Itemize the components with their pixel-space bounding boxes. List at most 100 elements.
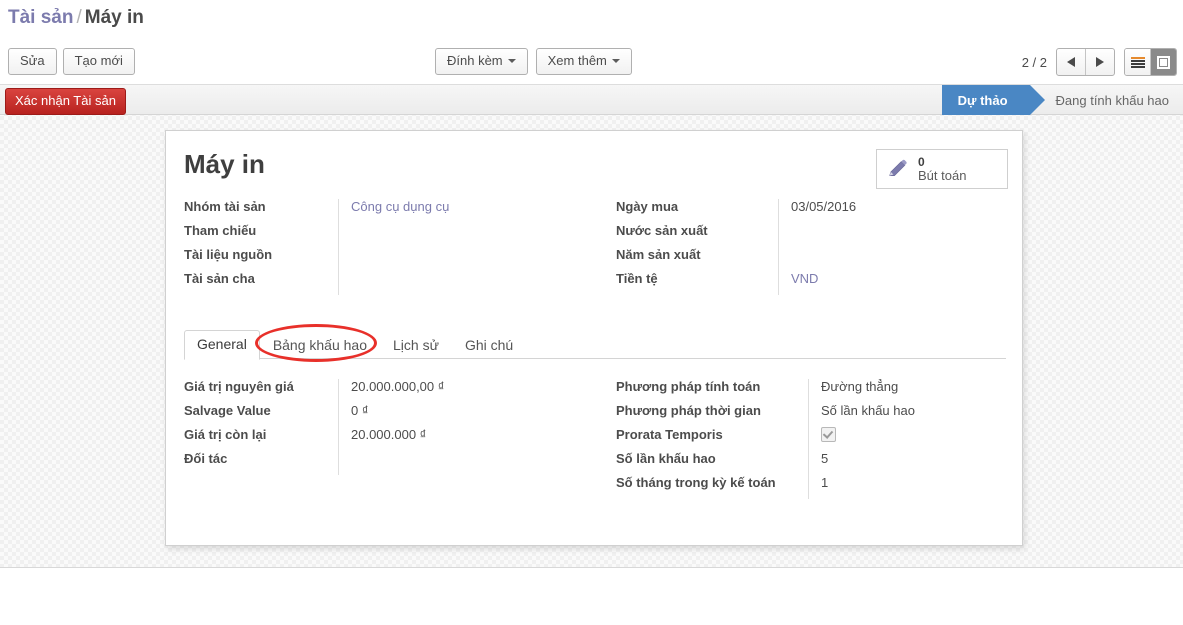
field-row: Ngày mua 03/05/2016 <box>616 199 971 223</box>
list-view-button[interactable] <box>1125 49 1150 75</box>
field-row: Giá trị còn lại 20.000.000 ₫ <box>184 427 531 451</box>
pager-next-button[interactable] <box>1085 49 1114 75</box>
tab-notes[interactable]: Ghi chú <box>452 331 526 360</box>
field-label-period-length: Số tháng trong kỳ kế toán <box>616 475 776 490</box>
chevron-down-icon <box>611 58 620 63</box>
journal-entries-label: Bút toán <box>918 168 967 183</box>
field-label-asset-category: Nhóm tài sản <box>184 199 266 214</box>
record-toolbar: Sửa Tạo mới Đính kèm Xem thêm 2 / 2 <box>0 48 1183 80</box>
list-view-icon <box>1130 56 1145 68</box>
top-header-zone: Tài sản / Máy in Sửa Tạo mới Đính kèm Xem th… <box>0 0 1183 85</box>
field-value-manufacture-country[interactable] <box>778 223 971 247</box>
more-label: Xem thêm <box>547 53 607 68</box>
field-label-source-document: Tài liệu nguồn <box>184 247 273 262</box>
page-title: Máy in <box>184 149 265 179</box>
field-value-number-of-depreciations[interactable]: 5 <box>808 451 1001 475</box>
notebook: General Bảng khấu hao Lịch sử Ghi chú <box>184 329 1006 360</box>
chevron-down-icon <box>507 58 516 63</box>
form-view-button[interactable] <box>1150 49 1176 75</box>
toolbar-left-group: Sửa Tạo mới <box>8 48 141 75</box>
field-label-reference: Tham chiếu <box>184 223 257 238</box>
field-row: Tiền tệ VND <box>616 271 971 295</box>
breadcrumb-parent-link[interactable]: Tài sản <box>8 7 73 28</box>
field-value-salvage-value[interactable]: 0 ₫ <box>338 403 531 427</box>
notebook-tablist: General Bảng khấu hao Lịch sử Ghi chú <box>184 329 1006 360</box>
field-label-gross-value: Giá trị nguyên giá <box>184 379 294 394</box>
field-value-period-length[interactable]: 1 <box>808 475 1001 499</box>
field-row: Nhóm tài sản Công cụ dụng cụ <box>184 199 531 223</box>
general-fields-right: Phương pháp tính toán Đường thẳng Phương… <box>616 379 1001 499</box>
arrow-right-icon <box>1096 57 1104 67</box>
form-sheet: Máy in 0 Bút toán Nhóm tài sản Công cụ d… <box>165 130 1023 546</box>
arrow-left-icon <box>1067 57 1075 67</box>
field-label-parent-asset: Tài sản cha <box>184 271 255 286</box>
general-fields-left: Giá trị nguyên giá 20.000.000,00 ₫ Salva… <box>184 379 531 475</box>
field-row: Prorata Temporis <box>616 427 1001 451</box>
field-row: Phương pháp thời gian Số lần khấu hao <box>616 403 1001 427</box>
field-value-time-method[interactable]: Số lần khấu hao <box>808 403 1001 427</box>
pager-previous-button[interactable] <box>1057 49 1085 75</box>
confirm-asset-button[interactable]: Xác nhận Tài sản <box>5 88 126 115</box>
tab-depreciation-board[interactable]: Bảng khấu hao <box>260 331 380 360</box>
field-value-gross-value[interactable]: 20.000.000,00 ₫ <box>338 379 531 403</box>
field-row: Số lần khấu hao 5 <box>616 451 1001 475</box>
field-label-residual-value: Giá trị còn lại <box>184 427 267 442</box>
field-row: Phương pháp tính toán Đường thẳng <box>616 379 1001 403</box>
stage-draft[interactable]: Dự thảo <box>941 85 1045 115</box>
journal-entries-stat-button[interactable]: 0 Bút toán <box>876 149 1008 189</box>
field-value-partner[interactable] <box>338 451 531 475</box>
field-row: Năm sản xuất <box>616 247 971 271</box>
field-label-currency: Tiền tệ <box>616 271 658 286</box>
prorata-temporis-checkbox[interactable] <box>821 427 836 443</box>
toolbar-center-group: Đính kèm Xem thêm <box>435 48 640 75</box>
field-label-number-of-depreciations: Số lần khấu hao <box>616 451 716 466</box>
field-row: Tham chiếu <box>184 223 531 247</box>
breadcrumb-current: Máy in <box>84 7 144 28</box>
header-fields-left: Nhóm tài sản Công cụ dụng cụ Tham chiếu … <box>184 199 531 295</box>
field-row: Giá trị nguyên giá 20.000.000,00 ₫ <box>184 379 531 403</box>
stat-text-wrapper: 0 Bút toán <box>918 155 966 183</box>
statusbar-stages: Dự thảo Đang tính khấu hao <box>941 85 1183 115</box>
edit-button[interactable]: Sửa <box>8 48 57 75</box>
field-row: Salvage Value 0 ₫ <box>184 403 531 427</box>
field-label-computation-method: Phương pháp tính toán <box>616 379 761 394</box>
field-label-salvage-value: Salvage Value <box>184 403 271 418</box>
form-view-icon <box>1157 55 1170 69</box>
field-row: Tài liệu nguồn <box>184 247 531 271</box>
view-switcher <box>1124 48 1177 76</box>
field-value-source-document[interactable] <box>338 247 531 271</box>
header-fields-right: Ngày mua 03/05/2016 Nước sản xuất Năm sả… <box>616 199 971 295</box>
toolbar-right-group: 2 / 2 <box>1022 48 1177 76</box>
pager-counter: 2 / 2 <box>1021 54 1047 70</box>
create-button[interactable]: Tạo mới <box>62 48 135 75</box>
field-value-purchase-date[interactable]: 03/05/2016 <box>778 199 971 223</box>
attachment-label: Đính kèm <box>447 53 503 68</box>
journal-entries-count: 0 <box>918 155 925 169</box>
field-label-manufacture-year: Năm sản xuất <box>616 247 701 262</box>
breadcrumb-separator: / <box>76 7 82 28</box>
field-row: Số tháng trong kỳ kế toán 1 <box>616 475 1001 499</box>
field-value-parent-asset[interactable] <box>338 271 531 295</box>
field-value-residual-value[interactable]: 20.000.000 ₫ <box>338 427 531 451</box>
field-row: Nước sản xuất <box>616 223 971 247</box>
field-row: Đối tác <box>184 451 531 475</box>
field-value-prorata-temporis[interactable] <box>808 427 1001 451</box>
field-value-asset-category[interactable]: Công cụ dụng cụ <box>338 199 531 223</box>
tab-general[interactable]: General <box>184 330 260 360</box>
field-label-time-method: Phương pháp thời gian <box>616 403 761 418</box>
field-label-manufacture-country: Nước sản xuất <box>616 223 708 238</box>
field-label-partner: Đối tác <box>184 451 228 466</box>
field-value-manufacture-year[interactable] <box>778 247 971 271</box>
stage-running[interactable]: Đang tính khấu hao <box>1030 85 1183 115</box>
more-dropdown-button[interactable]: Xem thêm <box>535 48 632 75</box>
pager-controls <box>1056 48 1115 76</box>
pencil-icon <box>889 159 907 176</box>
field-value-reference[interactable] <box>338 223 531 247</box>
attachment-dropdown-button[interactable]: Đính kèm <box>435 48 528 75</box>
field-label-prorata-temporis: Prorata Temporis <box>616 427 723 442</box>
tab-history[interactable]: Lịch sử <box>380 331 452 360</box>
field-value-computation-method[interactable]: Đường thẳng <box>808 379 1001 403</box>
field-value-currency[interactable]: VND <box>778 271 971 295</box>
field-label-purchase-date: Ngày mua <box>616 199 679 214</box>
breadcrumb: Tài sản / Máy in <box>8 6 144 30</box>
